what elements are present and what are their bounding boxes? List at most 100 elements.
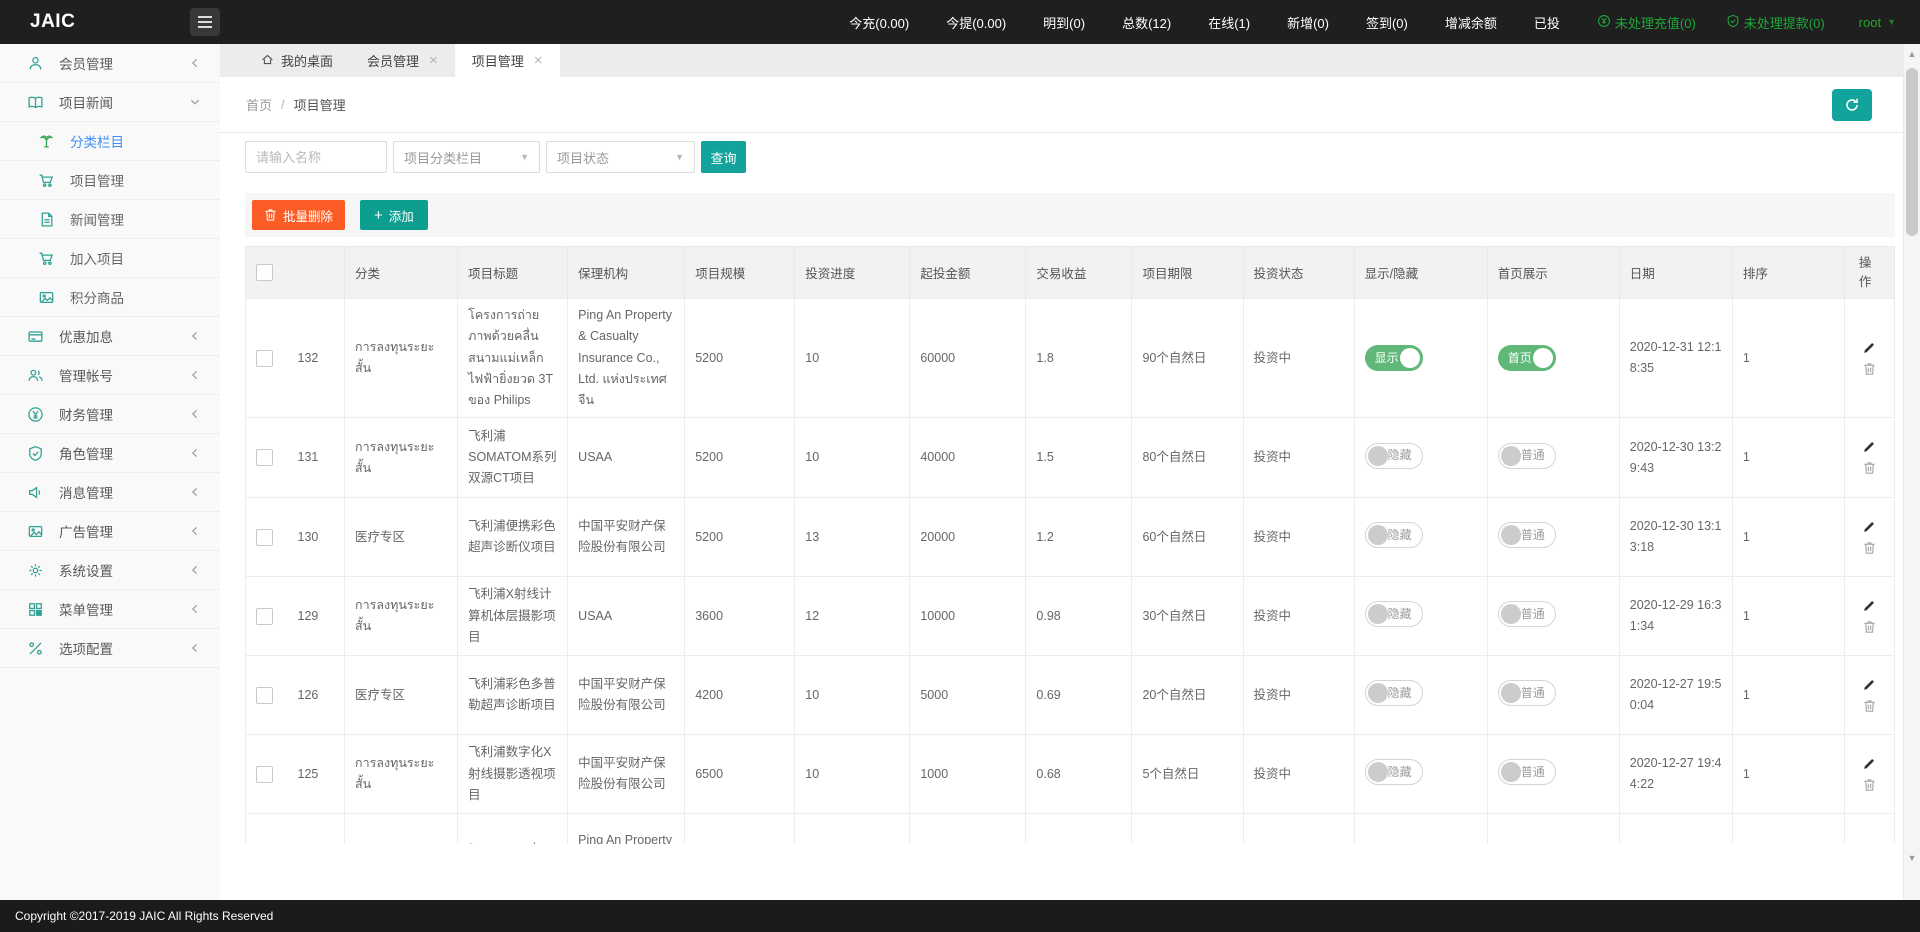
- visibility-toggle[interactable]: 隐藏: [1365, 522, 1423, 548]
- sidebar-item[interactable]: 消息管理: [0, 473, 220, 512]
- scrollbar-thumb[interactable]: [1906, 68, 1918, 236]
- row-checkbox[interactable]: [256, 687, 273, 704]
- homepage-toggle[interactable]: 普通: [1498, 759, 1556, 785]
- homepage-toggle[interactable]: 普通: [1498, 680, 1556, 706]
- cell-sort: 1: [1732, 656, 1844, 735]
- visibility-toggle[interactable]: 隐藏: [1365, 680, 1423, 706]
- close-icon[interactable]: ×: [429, 53, 438, 68]
- cell-sort: 1: [1732, 418, 1844, 498]
- delete-icon[interactable]: [1855, 362, 1884, 376]
- visibility-toggle[interactable]: 显示: [1365, 345, 1423, 371]
- row-checkbox[interactable]: [256, 766, 273, 783]
- sidebar-item[interactable]: 项目新闻: [0, 83, 220, 122]
- add-button[interactable]: + 添加: [360, 200, 428, 230]
- alert-link[interactable]: 未处理提款(0): [1726, 13, 1825, 32]
- scroll-down-arrow[interactable]: ▼: [1904, 853, 1920, 863]
- batch-delete-button[interactable]: 批量删除: [252, 200, 345, 230]
- sidebar-item[interactable]: 菜单管理: [0, 590, 220, 629]
- cell-date: 2020-12-30 13:29:43: [1619, 418, 1732, 498]
- delete-icon[interactable]: [1855, 541, 1884, 555]
- status-select[interactable]: 项目状态 ▼: [546, 141, 695, 173]
- cell-category: 医疗专区: [345, 656, 458, 735]
- sidebar-subitem[interactable]: 项目管理: [0, 161, 220, 200]
- cell-profit: 1.8: [1026, 299, 1132, 418]
- hamburger-menu-button[interactable]: [190, 8, 220, 36]
- cell-status: 投资中: [1243, 577, 1354, 656]
- cell-status: 投资中: [1243, 418, 1354, 498]
- filter-row: 项目分类栏目 ▼ 项目状态 ▼ 查询: [245, 141, 1895, 173]
- edit-icon[interactable]: [1855, 599, 1884, 613]
- cell-min-invest: 100: [910, 814, 1026, 844]
- cell-category: การลงทุนระยะสั้น: [345, 814, 458, 844]
- visibility-toggle[interactable]: 隐藏: [1365, 759, 1423, 785]
- breadcrumb: 首页 / 项目管理: [220, 77, 1920, 133]
- sidebar-item[interactable]: 选项配置: [0, 629, 220, 668]
- select-all-checkbox[interactable]: [256, 264, 273, 281]
- edit-icon[interactable]: [1855, 520, 1884, 534]
- trash-icon: [264, 208, 277, 222]
- delete-icon[interactable]: [1855, 778, 1884, 792]
- homepage-toggle[interactable]: 普通: [1498, 522, 1556, 548]
- tab-项目管理[interactable]: 项目管理×: [455, 44, 560, 77]
- scroll-up-arrow[interactable]: ▲: [1904, 49, 1920, 59]
- row-checkbox[interactable]: [256, 608, 273, 625]
- table-row: 126医疗专区飞利浦彩色多普勒超声诊断项目中国平安财产保险股份有限公司42001…: [246, 656, 1895, 735]
- breadcrumb-home[interactable]: 首页: [246, 95, 272, 114]
- cell-id: 129: [288, 577, 345, 656]
- name-search-input[interactable]: [245, 141, 387, 173]
- sidebar-item[interactable]: 优惠加息: [0, 317, 220, 356]
- sidebar-item[interactable]: 广告管理: [0, 512, 220, 551]
- visibility-toggle[interactable]: 隐藏: [1365, 601, 1423, 627]
- tab-我的桌面[interactable]: 我的桌面: [244, 44, 350, 77]
- row-checkbox[interactable]: [256, 529, 273, 546]
- delete-icon[interactable]: [1855, 620, 1884, 634]
- close-icon[interactable]: ×: [534, 53, 543, 68]
- sidebar-item[interactable]: 系统设置: [0, 551, 220, 590]
- cell-date: 2020-12-29 16:31:34: [1619, 577, 1732, 656]
- sidebar-item[interactable]: 角色管理: [0, 434, 220, 473]
- refresh-button[interactable]: [1832, 89, 1872, 121]
- cell-id: 132: [288, 299, 345, 418]
- sidebar-item[interactable]: 会员管理: [0, 44, 220, 83]
- alert-link[interactable]: 未处理充值(0): [1597, 13, 1696, 32]
- chevron-down-icon: ▼: [1887, 17, 1896, 27]
- yen-circle-icon: [27, 406, 44, 423]
- edit-icon[interactable]: [1855, 757, 1884, 771]
- homepage-toggle[interactable]: 普通: [1498, 443, 1556, 469]
- cell-sort: 1: [1732, 814, 1844, 844]
- users-icon: [27, 367, 44, 384]
- vertical-scrollbar[interactable]: ▲ ▼: [1903, 44, 1920, 900]
- user-menu[interactable]: root ▼: [1859, 15, 1896, 30]
- chevron-left-icon: [190, 487, 200, 497]
- homepage-toggle[interactable]: 普通: [1498, 601, 1556, 627]
- sidebar-subitem[interactable]: 分类栏目: [0, 122, 220, 161]
- edit-icon[interactable]: [1855, 341, 1884, 355]
- sidebar-item[interactable]: 财务管理: [0, 395, 220, 434]
- sidebar-subitem[interactable]: 新闻管理: [0, 200, 220, 239]
- row-checkbox[interactable]: [256, 449, 273, 466]
- stat-item: 总数(12): [1122, 13, 1171, 32]
- tab-bar: 我的桌面会员管理×项目管理×: [220, 44, 1920, 77]
- chevron-left-icon: [190, 58, 200, 68]
- edit-icon[interactable]: [1855, 440, 1884, 454]
- sidebar-subitem[interactable]: 积分商品: [0, 278, 220, 317]
- row-checkbox[interactable]: [256, 350, 273, 367]
- sidebar-subitem[interactable]: 加入项目: [0, 239, 220, 278]
- book-icon: [27, 94, 44, 111]
- cell-progress: 10: [795, 814, 910, 844]
- delete-icon[interactable]: [1855, 699, 1884, 713]
- cell-id: 124: [288, 814, 345, 844]
- search-button[interactable]: 查询: [701, 141, 746, 173]
- tab-会员管理[interactable]: 会员管理×: [350, 44, 455, 77]
- category-select[interactable]: 项目分类栏目 ▼: [393, 141, 540, 173]
- content-panel: 项目分类栏目 ▼ 项目状态 ▼ 查询 批量删除 + 添加: [220, 133, 1920, 844]
- sidebar-item[interactable]: 管理帐号: [0, 356, 220, 395]
- column-header: 显示/隐藏: [1354, 247, 1487, 299]
- edit-icon[interactable]: [1855, 678, 1884, 692]
- delete-icon[interactable]: [1855, 461, 1884, 475]
- topbar-alerts: 未处理充值(0) 未处理提款(0): [1597, 13, 1825, 32]
- cell-min-invest: 1000: [910, 735, 1026, 814]
- cell-progress: 10: [795, 735, 910, 814]
- visibility-toggle[interactable]: 隐藏: [1365, 443, 1423, 469]
- homepage-toggle[interactable]: 首页: [1498, 345, 1556, 371]
